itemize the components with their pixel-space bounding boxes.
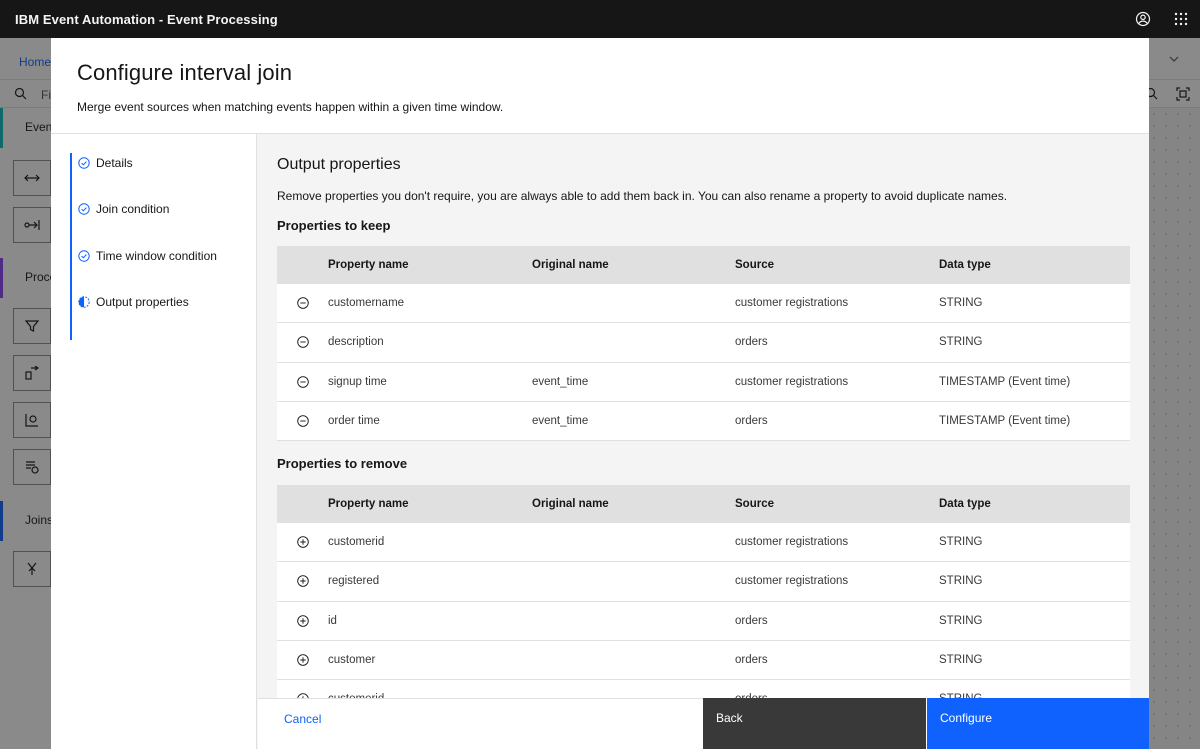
source: orders	[735, 614, 768, 627]
step-label: Details	[96, 156, 133, 170]
step-label: Join condition	[96, 202, 170, 216]
data-type: STRING	[939, 654, 983, 667]
output-properties-panel: Output properties Remove properties you …	[258, 134, 1149, 698]
checkmark-outline-icon	[78, 157, 90, 169]
step-details[interactable]: Details	[78, 153, 133, 173]
table-row: registered customer registrations STRING	[277, 562, 1130, 602]
table-row: order time event_time orders TIMESTAMP (…	[277, 401, 1130, 442]
cancel-button[interactable]: Cancel	[258, 698, 703, 749]
source: orders	[735, 336, 768, 349]
modal-subtitle: Merge event sources when matching events…	[77, 100, 504, 114]
checkmark-outline-icon	[78, 203, 90, 215]
source: orders	[735, 415, 768, 428]
column-header: Data type	[939, 498, 991, 510]
source: orders	[735, 654, 768, 667]
property-name: customer	[328, 654, 376, 667]
data-type: STRING	[939, 336, 983, 349]
add-property-icon[interactable]	[277, 654, 328, 666]
keep-table-caption: Properties to keep	[277, 218, 391, 233]
configure-button[interactable]: Configure	[926, 698, 1149, 749]
configure-interval-join-modal: Configure interval join Merge event sour…	[51, 38, 1149, 749]
table-header: Property name Original name Source Data …	[277, 485, 1130, 523]
modal-title: Configure interval join	[77, 60, 293, 85]
remove-property-icon[interactable]	[277, 375, 328, 388]
column-header: Original name	[532, 259, 609, 271]
column-header: Original name	[532, 498, 609, 510]
data-type: TIMESTAMP (Event time)	[939, 375, 1071, 388]
remove-table-caption: Properties to remove	[277, 456, 408, 471]
step-time-window-condition[interactable]: Time window condition	[78, 246, 217, 266]
app-title: IBM Event Automation - Event Processing	[15, 11, 278, 27]
column-header: Property name	[328, 498, 409, 510]
data-type: STRING	[939, 614, 983, 627]
original-name: event_time	[532, 375, 589, 388]
source: customer registrations	[735, 297, 849, 310]
modal-footer: Cancel Back Configure	[258, 698, 1149, 749]
user-profile-icon[interactable]	[1124, 0, 1162, 38]
table-row: customername customer registrations STRI…	[277, 284, 1130, 324]
original-name: event_time	[532, 415, 589, 428]
table-row: signup time event_time customer registra…	[277, 362, 1130, 402]
property-name[interactable]: customername	[328, 297, 532, 309]
property-name: registered	[328, 575, 380, 588]
column-header: Property name	[328, 259, 409, 271]
app-header: IBM Event Automation - Event Processing	[0, 0, 1200, 38]
property-name: customerid	[328, 536, 385, 549]
data-type: TIMESTAMP (Event time)	[939, 415, 1071, 428]
property-name[interactable]: signup time	[328, 376, 532, 388]
column-header: Source	[735, 498, 774, 510]
add-property-icon[interactable]	[277, 614, 328, 627]
checkmark-outline-icon	[78, 250, 90, 262]
source: customer registrations	[735, 375, 849, 388]
column-header: Data type	[939, 259, 991, 271]
data-type: STRING	[939, 575, 983, 588]
property-name[interactable]: description	[328, 336, 532, 348]
section-title: Output properties	[277, 156, 401, 173]
properties-to-remove-table: Property name Original name Source Data …	[277, 485, 1130, 698]
add-property-icon[interactable]	[277, 575, 328, 588]
data-type: STRING	[939, 297, 983, 310]
column-header: Source	[735, 259, 774, 271]
modal-header: Configure interval join Merge event sour…	[51, 38, 1149, 134]
progress-line	[70, 153, 72, 340]
table-row: description orders STRING	[277, 323, 1130, 363]
property-name: id	[328, 614, 337, 627]
table-row: customerid customer registrations STRING	[277, 523, 1130, 563]
remove-property-icon[interactable]	[277, 415, 328, 427]
table-row: customerid orders STRING	[277, 680, 1130, 698]
property-name[interactable]: order time	[328, 415, 532, 427]
table-row: customer orders STRING	[277, 640, 1130, 681]
source: customer registrations	[735, 536, 849, 549]
step-label: Time window condition	[96, 249, 217, 263]
incomplete-icon	[78, 296, 90, 308]
step-join-condition[interactable]: Join condition	[78, 199, 169, 219]
app-switcher-icon[interactable]	[1162, 0, 1200, 38]
step-output-properties[interactable]: Output properties	[78, 292, 189, 312]
step-label: Output properties	[96, 295, 189, 309]
source: customer registrations	[735, 575, 849, 588]
section-description: Remove properties you don't require, you…	[277, 189, 1008, 203]
table-row: id orders STRING	[277, 601, 1130, 641]
properties-to-keep-table: Property name Original name Source Data …	[277, 246, 1130, 442]
table-header: Property name Original name Source Data …	[277, 246, 1130, 284]
remove-property-icon[interactable]	[277, 336, 328, 349]
back-button[interactable]: Back	[703, 698, 926, 749]
progress-steps: Details Join condition Time window condi…	[51, 134, 257, 749]
data-type: STRING	[939, 536, 983, 549]
remove-property-icon[interactable]	[277, 297, 328, 309]
add-property-icon[interactable]	[277, 536, 328, 548]
